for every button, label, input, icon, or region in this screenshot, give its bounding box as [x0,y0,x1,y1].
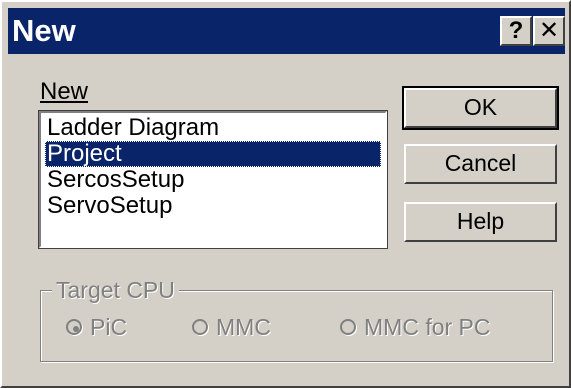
list-item[interactable]: ServoSetup [45,193,172,219]
list-label-text: New [40,78,89,105]
radio-circle-icon [66,319,82,335]
ok-button[interactable]: OK [402,86,559,130]
radio-mmc-label: MMC [216,314,271,340]
radio-circle-icon [340,319,356,335]
list-item[interactable]: SercosSetup [45,167,184,193]
radio-pic-label: PiC [90,314,128,340]
target-cpu-title: Target CPU [52,277,179,304]
new-type-listbox[interactable]: Ladder Diagram Project SercosSetup Servo… [38,110,388,249]
new-dialog: New ? ✕ New Ladder Diagram Project Serco… [0,0,571,388]
radio-dot-icon [73,326,79,332]
radio-circle-icon [192,319,208,335]
list-item-selected[interactable]: Project [45,141,381,167]
list-item[interactable]: Ladder Diagram [45,115,219,141]
radio-mmc-for-pc-label: MMC for PC [364,314,491,340]
list-label: New [40,78,88,106]
help-icon[interactable]: ? [500,16,532,46]
close-icon[interactable]: ✕ [533,16,565,46]
help-button[interactable]: Help [404,202,557,242]
title-bar[interactable]: New ? ✕ [8,8,565,54]
dialog-title: New [12,13,76,48]
cancel-button[interactable]: Cancel [404,144,557,184]
